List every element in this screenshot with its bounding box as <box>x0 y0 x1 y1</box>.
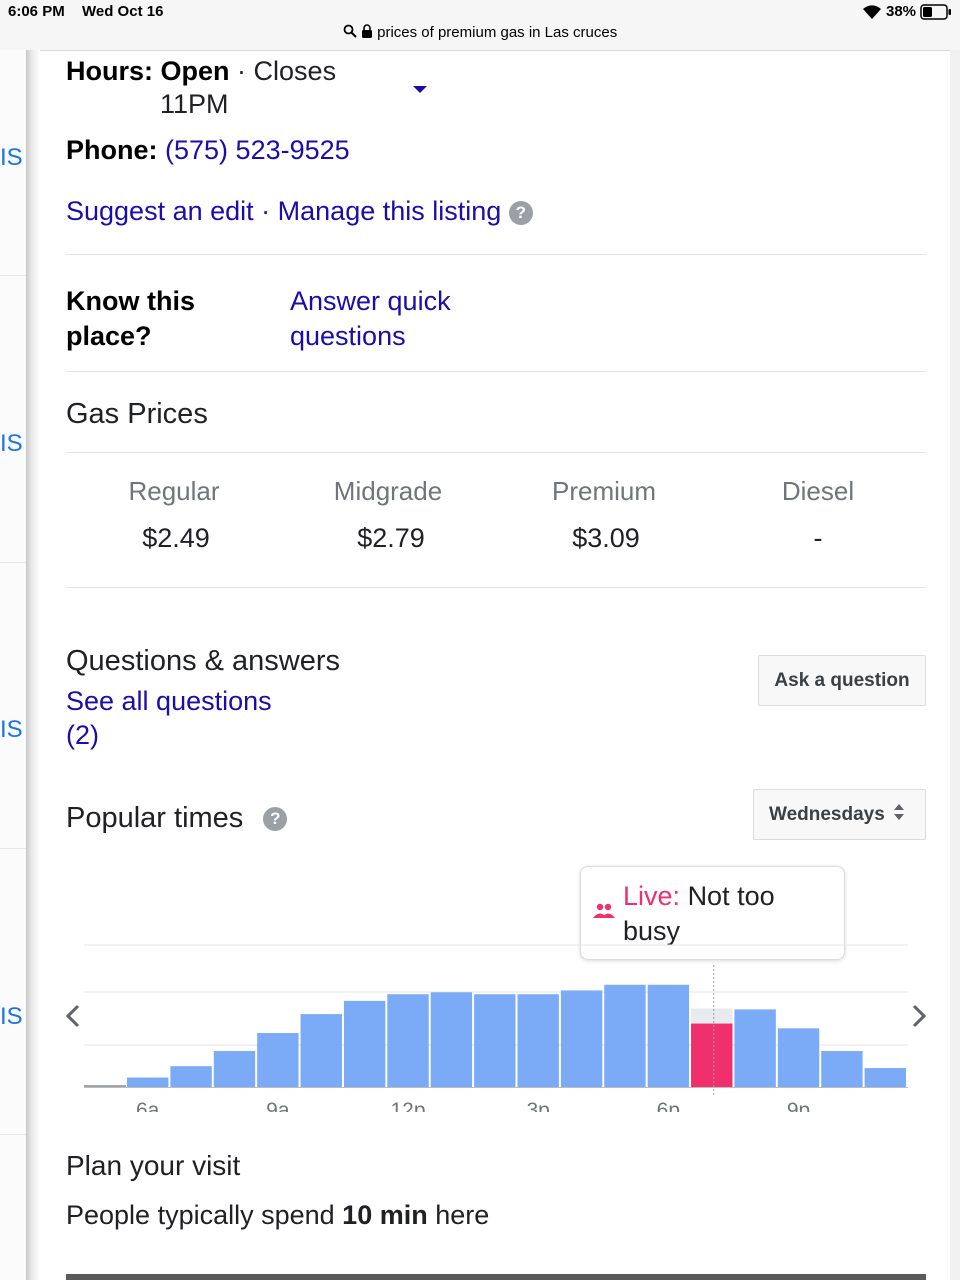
see-all-questions-link[interactable]: See all questions (2) <box>66 684 272 752</box>
popular-times-title: Popular times ? <box>66 802 288 835</box>
status-date: Wed Oct 16 <box>82 3 164 20</box>
gas-grade-price: $2.79 <box>357 523 425 553</box>
chart-bar <box>430 992 473 1087</box>
phone-row: Phone: (575) 523-9525 <box>66 135 350 166</box>
gas-grade-name: Diesel <box>781 476 855 506</box>
hours-expand-chevron-icon[interactable] <box>412 82 428 100</box>
panel-edge <box>26 50 40 1280</box>
know-place-label: Know this place? <box>66 286 195 351</box>
chart-bar <box>387 994 429 1087</box>
chart-prev-chevron-icon[interactable] <box>64 1003 82 1034</box>
battery-icon <box>920 4 952 25</box>
background-link-text[interactable]: IS <box>0 1003 23 1031</box>
closes-time: 11PM <box>160 89 229 119</box>
gas-grade-name: Regular <box>128 476 220 506</box>
gas-prices-title: Gas Prices <box>66 398 208 430</box>
url-text: prices of premium gas in Las cruces <box>377 24 618 41</box>
background-link-text[interactable]: IS <box>0 144 23 172</box>
chart-bar <box>474 994 516 1087</box>
help-icon[interactable]: ? <box>263 807 288 832</box>
divider <box>66 452 926 453</box>
manage-listing-link[interactable]: Manage this listing <box>278 196 502 226</box>
visit-duration-text: People typically spend 10 min here <box>66 1200 490 1230</box>
chart-bar <box>257 1033 299 1087</box>
background-results-strip: IS IS IS IS <box>0 50 26 1280</box>
suggest-edit-link[interactable]: Suggest an edit <box>66 196 254 226</box>
help-icon[interactable]: ? <box>508 200 533 225</box>
hours-label: Hours: <box>66 56 153 86</box>
ask-question-button[interactable]: Ask a question <box>758 655 926 706</box>
chart-bar <box>734 1009 776 1087</box>
chart-bar <box>777 1028 820 1087</box>
lock-icon <box>361 24 373 42</box>
status-bar: 6:06 PM Wed Oct 16 38% prices of premium… <box>0 0 960 51</box>
open-status: Open <box>160 56 230 86</box>
address-bar[interactable]: prices of premium gas in Las cruces <box>0 24 960 42</box>
photo-strip <box>66 1274 926 1280</box>
plan-visit-title: Plan your visit <box>66 1150 241 1181</box>
divider <box>66 371 926 372</box>
chart-label-clip <box>60 1112 940 1152</box>
visit-duration: 10 min <box>342 1200 428 1230</box>
chart-bar <box>604 984 646 1087</box>
hours-row: Hours: Open · Closes <box>66 56 337 86</box>
chart-bar <box>343 1000 386 1087</box>
chart-bar <box>864 1068 906 1087</box>
people-icon <box>593 903 615 924</box>
wifi-icon <box>862 4 882 25</box>
chart-bar <box>821 1051 863 1087</box>
edit-links-row: Suggest an edit · Manage this listing ? <box>66 196 533 227</box>
chart-bar <box>300 1014 342 1087</box>
sort-arrows-icon <box>893 802 905 828</box>
answer-questions-link[interactable]: Answer quick questions <box>290 284 451 354</box>
chart-bar <box>170 1066 212 1087</box>
chart-bar <box>517 994 559 1087</box>
day-select[interactable]: Wednesdays <box>753 789 926 840</box>
battery-percent: 38% <box>886 3 917 20</box>
chart-bar <box>213 1051 256 1087</box>
background-link-text[interactable]: IS <box>0 430 23 458</box>
status-time: 6:06 PM <box>8 3 65 20</box>
gas-grade-name: Premium <box>551 476 656 506</box>
chart-bar <box>127 1077 169 1087</box>
qa-title: Questions & answers <box>66 645 341 677</box>
live-text: Not too <box>687 881 775 911</box>
live-label: Live: <box>623 881 681 911</box>
closes-label: Closes <box>253 56 337 86</box>
chart-bar-live <box>691 1023 733 1087</box>
popular-times-chart: 6a 9a 12p 3p 6p 9p <box>60 940 940 1152</box>
chart-bar <box>647 984 690 1087</box>
gas-grade-price: $2.49 <box>142 523 210 553</box>
background-map-strip <box>950 50 960 1280</box>
gas-grade-price: - <box>813 523 823 553</box>
divider <box>66 587 926 588</box>
gas-grade-price: $3.09 <box>572 523 640 553</box>
search-icon <box>343 24 357 42</box>
background-link-text[interactable]: IS <box>0 716 23 744</box>
phone-label: Phone: <box>66 135 158 165</box>
gas-grade-name: Midgrade <box>333 476 443 506</box>
chart-next-chevron-icon[interactable] <box>910 1003 928 1034</box>
phone-number-link[interactable]: (575) 523-9525 <box>165 135 350 165</box>
chart-bar <box>84 1085 126 1087</box>
divider <box>66 254 926 255</box>
chart-bar <box>560 990 603 1087</box>
